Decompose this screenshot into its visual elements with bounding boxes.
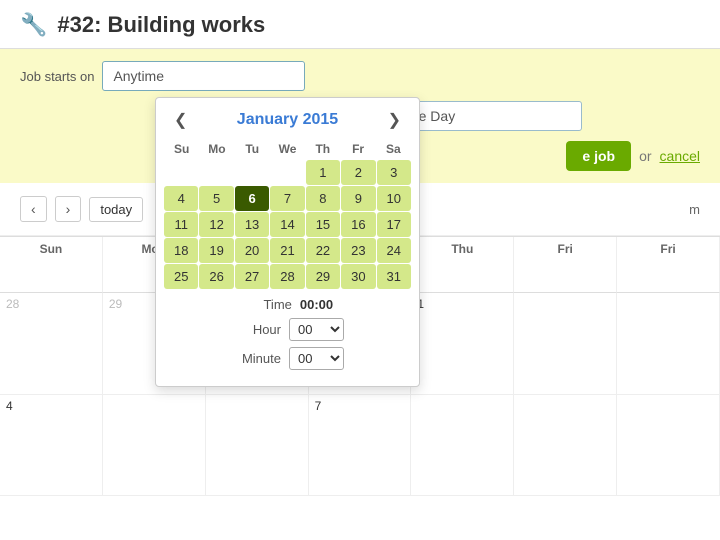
- starts-label: Job starts on: [20, 69, 94, 84]
- cal-day-7[interactable]: 7: [270, 186, 304, 211]
- big-cal-cell-28[interactable]: 28: [0, 293, 103, 394]
- day-header-su: Su: [164, 138, 199, 160]
- cal-grid: 1 2 3 4 5 6 7 8 9 10 11 12 13 14 15 16 1…: [156, 160, 419, 289]
- cal-time-section: Time 00:00 Hour 00 010203 Minute 00 1530…: [156, 289, 419, 370]
- wrench-icon: 🔧: [20, 12, 47, 38]
- action-area: e job or cancel: [566, 141, 700, 171]
- time-value: 00:00: [300, 297, 333, 312]
- hour-row: Hour 00 010203: [168, 318, 407, 341]
- cal-day-14[interactable]: 14: [270, 212, 304, 237]
- cal-day-17[interactable]: 17: [377, 212, 411, 237]
- day-header-fr: Fr: [340, 138, 375, 160]
- cal-day-10[interactable]: 10: [377, 186, 411, 211]
- cal-day-19[interactable]: 19: [199, 238, 233, 263]
- cal-day-2[interactable]: 2: [341, 160, 375, 185]
- cal-day-5[interactable]: 5: [199, 186, 233, 211]
- big-cal-cell-empty2: [617, 293, 720, 394]
- cal-day-3[interactable]: 3: [377, 160, 411, 185]
- day-header-th: Th: [305, 138, 340, 160]
- big-cal-hdr-fri2: Fri: [617, 237, 720, 293]
- cal-day-16[interactable]: 16: [341, 212, 375, 237]
- cal-day-27[interactable]: 27: [235, 264, 269, 289]
- cal-header: ❮ January 2015 ❯: [156, 98, 419, 138]
- big-cal-cell-1[interactable]: 1: [411, 293, 514, 394]
- minute-label: Minute: [231, 351, 281, 366]
- big-cal-hdr-thu: Thu: [411, 237, 514, 293]
- big-cal-cell-empty7: [617, 395, 720, 496]
- big-cal-cell-empty5: [411, 395, 514, 496]
- cal-day-8[interactable]: 8: [306, 186, 340, 211]
- big-cal-cell-empty1: [514, 293, 617, 394]
- cal-day-12[interactable]: 12: [199, 212, 233, 237]
- time-row: Time 00:00: [168, 297, 407, 312]
- cal-month-year: January 2015: [237, 111, 338, 129]
- minute-select[interactable]: 00 153045: [289, 347, 344, 370]
- cal-view-toggle[interactable]: m: [689, 202, 700, 217]
- big-cal-cell-empty4: [206, 395, 309, 496]
- cal-day-11[interactable]: 11: [164, 212, 198, 237]
- cal-day-1[interactable]: 1: [306, 160, 340, 185]
- cal-day-20[interactable]: 20: [235, 238, 269, 263]
- page-title: #32: Building works: [57, 12, 265, 38]
- day-header-we: We: [270, 138, 305, 160]
- cal-day-4[interactable]: 4: [164, 186, 198, 211]
- big-cal-hdr-fri: Fri: [514, 237, 617, 293]
- cal-day-6[interactable]: 6: [235, 186, 269, 211]
- cal-cell-empty: [199, 160, 233, 185]
- big-cal-cell-empty6: [514, 395, 617, 496]
- cal-cell-empty: [270, 160, 304, 185]
- big-cal-hdr-sun: Sun: [0, 237, 103, 293]
- cal-prev-button[interactable]: ❮: [168, 108, 193, 132]
- hour-label: Hour: [231, 322, 281, 337]
- cal-day-28[interactable]: 28: [270, 264, 304, 289]
- cal-day-18[interactable]: 18: [164, 238, 198, 263]
- cal-day-13[interactable]: 13: [235, 212, 269, 237]
- cal-cell-empty: [164, 160, 198, 185]
- day-header-mo: Mo: [199, 138, 234, 160]
- starts-input[interactable]: [102, 61, 305, 91]
- cal-day-30[interactable]: 30: [341, 264, 375, 289]
- cancel-link[interactable]: cancel: [660, 148, 700, 164]
- big-cal-cell-4[interactable]: 4: [0, 395, 103, 496]
- page-header: 🔧 #32: Building works: [0, 0, 720, 49]
- time-label: Time: [242, 297, 292, 312]
- cal-day-25[interactable]: 25: [164, 264, 198, 289]
- cal-day-22[interactable]: 22: [306, 238, 340, 263]
- cal-cell-empty: [235, 160, 269, 185]
- cal-day-23[interactable]: 23: [341, 238, 375, 263]
- cal-day-24[interactable]: 24: [377, 238, 411, 263]
- cal-day-29[interactable]: 29: [306, 264, 340, 289]
- day-header-tu: Tu: [235, 138, 270, 160]
- post-job-button[interactable]: e job: [566, 141, 631, 171]
- cal-day-21[interactable]: 21: [270, 238, 304, 263]
- cal-main-next[interactable]: ›: [55, 196, 82, 222]
- cal-day-15[interactable]: 15: [306, 212, 340, 237]
- big-cal-cell-7[interactable]: 7: [309, 395, 412, 496]
- starts-field-group: Job starts on: [20, 61, 305, 91]
- calendar-popup: ❮ January 2015 ❯ Su Mo Tu We Th Fr Sa 1 …: [155, 97, 420, 387]
- cal-day-26[interactable]: 26: [199, 264, 233, 289]
- or-text: or: [639, 148, 651, 164]
- cal-main-prev[interactable]: ‹: [20, 196, 47, 222]
- day-header-sa: Sa: [376, 138, 411, 160]
- cal-next-button[interactable]: ❯: [382, 108, 407, 132]
- cal-day-headers: Su Mo Tu We Th Fr Sa: [156, 138, 419, 160]
- minute-row: Minute 00 153045: [168, 347, 407, 370]
- cal-main-today[interactable]: today: [89, 197, 143, 222]
- cal-day-31[interactable]: 31: [377, 264, 411, 289]
- hour-select[interactable]: 00 010203: [289, 318, 344, 341]
- yellow-band: Job starts on ❮ January 2015 ❯ Su Mo Tu …: [0, 49, 720, 183]
- big-cal-cell-empty3: [103, 395, 206, 496]
- cal-day-9[interactable]: 9: [341, 186, 375, 211]
